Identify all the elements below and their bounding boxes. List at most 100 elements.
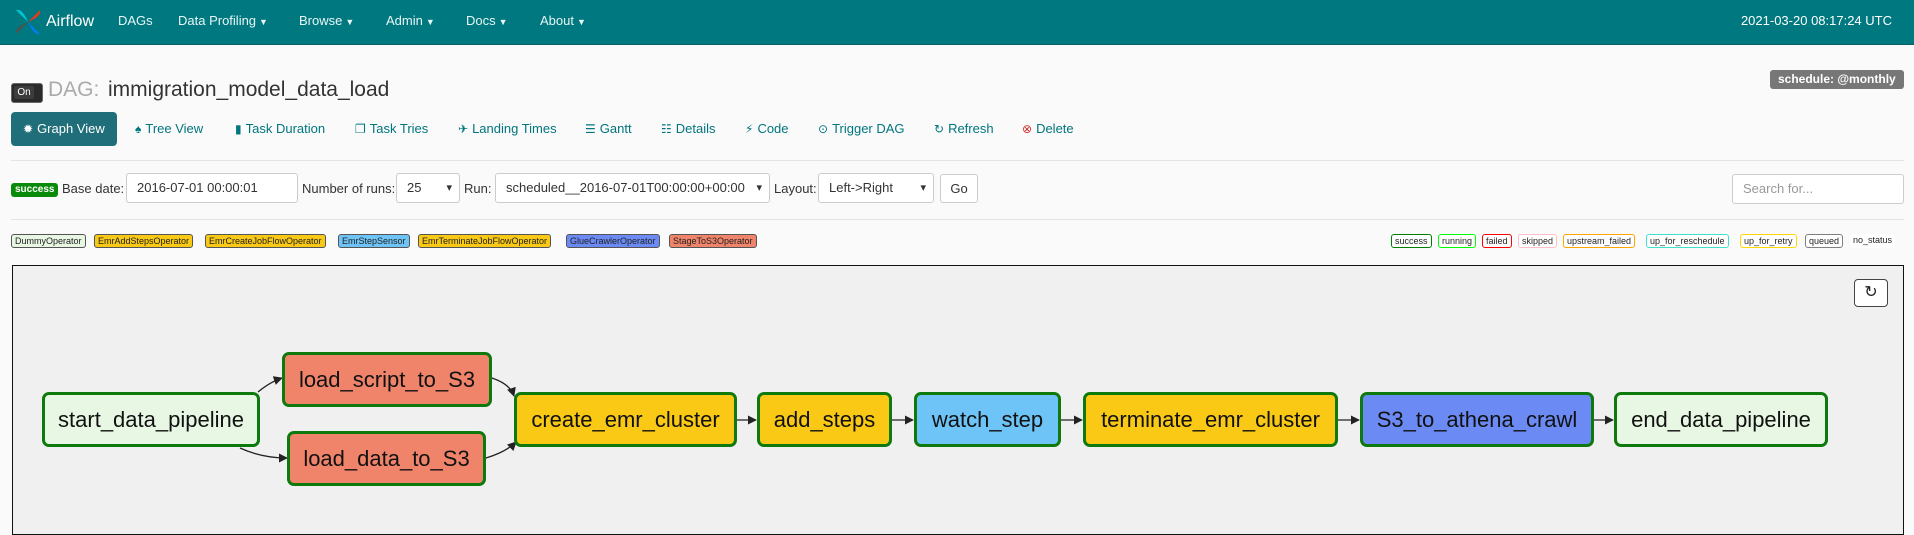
brand[interactable]: Airflow [12, 6, 94, 38]
chevron-down-icon: ▼ [425, 17, 435, 27]
tab-label: Task Tries [369, 121, 429, 136]
gantt-icon: ☰ [585, 122, 596, 136]
plane-icon: ✈ [458, 122, 469, 136]
chevron-down-icon: ▼ [345, 17, 355, 27]
tab-task-tries[interactable]: ❐ Task Tries [355, 112, 428, 146]
tab-delete[interactable]: ⊗ Delete [1022, 112, 1074, 146]
legend-state-success: success [1391, 234, 1432, 248]
flash-icon: ⚡ [745, 122, 754, 136]
run-label: Run: [464, 181, 492, 196]
task-node-load-data-to-s3[interactable]: load_data_to_S3 [287, 431, 486, 486]
num-runs-label: Number of runs: [302, 181, 396, 196]
task-node-add-steps[interactable]: add_steps [757, 392, 892, 447]
search-input[interactable]: Search for... [1732, 174, 1904, 204]
chevron-down-icon: ▼ [576, 17, 586, 27]
nav-data-profiling-label: Data Profiling [178, 13, 257, 28]
layout-select[interactable]: Left->Right ▾ [818, 173, 934, 203]
legend-emr-terminate-job-flow-operator: EmrTerminateJobFlowOperator [418, 234, 552, 248]
chevron-down-icon: ▼ [259, 17, 268, 27]
legend-state-queued: queued [1805, 234, 1844, 248]
divider [11, 219, 1904, 220]
task-node-create-emr-cluster[interactable]: create_emr_cluster [514, 392, 737, 447]
legend-emr-create-job-flow-operator: EmrCreateJobFlowOperator [205, 234, 326, 248]
dag-prefix: DAG: [48, 78, 100, 101]
task-node-start-data-pipeline[interactable]: start_data_pipeline [42, 392, 260, 447]
num-runs-value: 25 [407, 180, 422, 195]
tab-label: Tree View [145, 121, 204, 136]
tab-gantt[interactable]: ☰ Gantt [585, 112, 632, 146]
chevron-down-icon: ▾ [446, 182, 452, 194]
layout-value: Left->Right [829, 180, 893, 195]
task-node-load-script-to-s3[interactable]: load_script_to_S3 [282, 352, 492, 407]
run-select[interactable]: scheduled__2016-07-01T00:00:00+00:00 ▾ [495, 173, 770, 203]
legend-emr-add-steps-operator: EmrAddStepsOperator [94, 234, 194, 248]
nav-dags-label: DAGs [118, 13, 153, 28]
chevron-down-icon: ▾ [756, 182, 762, 194]
tab-label: Task Duration [245, 121, 326, 136]
tab-task-duration[interactable]: ▮ Task Duration [235, 112, 325, 146]
task-node-terminate-emr-cluster[interactable]: terminate_emr_cluster [1083, 392, 1338, 447]
legend-stage-to-s3-operator: StageToS3Operator [669, 234, 757, 248]
tab-label: Details [675, 121, 716, 136]
schedule-badge: schedule: @monthly [1770, 70, 1904, 89]
refresh-icon: ↻ [1864, 284, 1878, 301]
nav-data-profiling[interactable]: Data Profiling ▼ [178, 0, 268, 44]
legend-state-running: running [1438, 234, 1477, 248]
base-date-input[interactable]: 2016-07-01 00:00:01 [126, 173, 298, 203]
chevron-down-icon: ▾ [920, 182, 926, 194]
task-node-s3-to-athena-crawl[interactable]: S3_to_athena_crawl [1360, 392, 1594, 447]
nav-admin-label: Admin [386, 13, 423, 28]
tab-code[interactable]: ⚡ Code [745, 112, 789, 146]
legend-state-no-status: no_status [1850, 234, 1896, 248]
chevron-down-icon: ▼ [498, 17, 508, 27]
tab-refresh[interactable]: ↻ Refresh [934, 112, 994, 146]
nav-about[interactable]: About ▼ [540, 0, 586, 44]
layout-label: Layout: [774, 181, 817, 196]
remove-circle-icon: ⊗ [1022, 122, 1033, 136]
go-button[interactable]: Go [940, 174, 978, 203]
asterisk-icon: ✹ [23, 122, 34, 136]
tab-landing-times[interactable]: ✈ Landing Times [458, 112, 557, 146]
tab-trigger-dag[interactable]: ⊙ Trigger DAG [818, 112, 905, 146]
page-title: immigration_model_data_load [108, 78, 390, 101]
legend-emr-step-sensor: EmrStepSensor [338, 234, 410, 248]
duplicate-icon: ❐ [355, 122, 366, 136]
refresh-icon: ↻ [934, 122, 945, 136]
tab-label: Refresh [948, 121, 994, 136]
nav-browse[interactable]: Browse ▼ [299, 0, 354, 44]
tab-tree-view[interactable]: ♠ Tree View [135, 112, 203, 146]
toggle-on-label: On [14, 86, 34, 99]
legend-glue-crawler-operator: GlueCrawlerOperator [566, 234, 660, 248]
server-time: 2021-03-20 08:17:24 UTC [1740, 13, 1892, 28]
legend-state-failed: failed [1482, 234, 1512, 248]
tab-label: Graph View [37, 121, 105, 136]
run-value: scheduled__2016-07-01T00:00:00+00:00 [506, 180, 745, 195]
brand-text: Airflow [46, 13, 95, 30]
base-date-label: Base date: [62, 181, 125, 196]
task-node-watch-step[interactable]: watch_step [914, 392, 1061, 447]
tab-label: Gantt [599, 121, 632, 136]
nav-admin[interactable]: Admin ▼ [386, 0, 435, 44]
graph-refresh-button[interactable]: ↻ [1854, 279, 1888, 307]
legend-dummy-operator: DummyOperator [11, 234, 86, 248]
nav-docs[interactable]: Docs ▼ [466, 0, 508, 44]
tab-label: Code [757, 121, 789, 136]
tab-label: Trigger DAG [832, 121, 905, 136]
tab-label: Delete [1036, 121, 1074, 136]
status-badge: success [11, 183, 59, 197]
nav-about-label: About [540, 13, 574, 28]
legend-state-up-for-reschedule: up_for_reschedule [1646, 234, 1729, 248]
legend-state-up-for-retry: up_for_retry [1740, 234, 1797, 248]
task-node-end-data-pipeline[interactable]: end_data_pipeline [1614, 392, 1828, 447]
num-runs-select[interactable]: 25 ▾ [396, 173, 460, 203]
legend-state-upstream-failed: upstream_failed [1563, 234, 1636, 248]
dag-pause-toggle[interactable]: On [11, 83, 43, 103]
tab-label: Landing Times [472, 121, 557, 136]
tab-details[interactable]: ☷ Details [661, 112, 716, 146]
airflow-logo-icon [15, 9, 41, 35]
legend-state-skipped: skipped [1518, 234, 1558, 248]
tree-icon: ♠ [135, 122, 142, 136]
nav-dags[interactable]: DAGs [118, 0, 153, 44]
tab-graph-view[interactable]: ✹ Graph View [11, 112, 117, 146]
nav-docs-label: Docs [466, 13, 496, 28]
